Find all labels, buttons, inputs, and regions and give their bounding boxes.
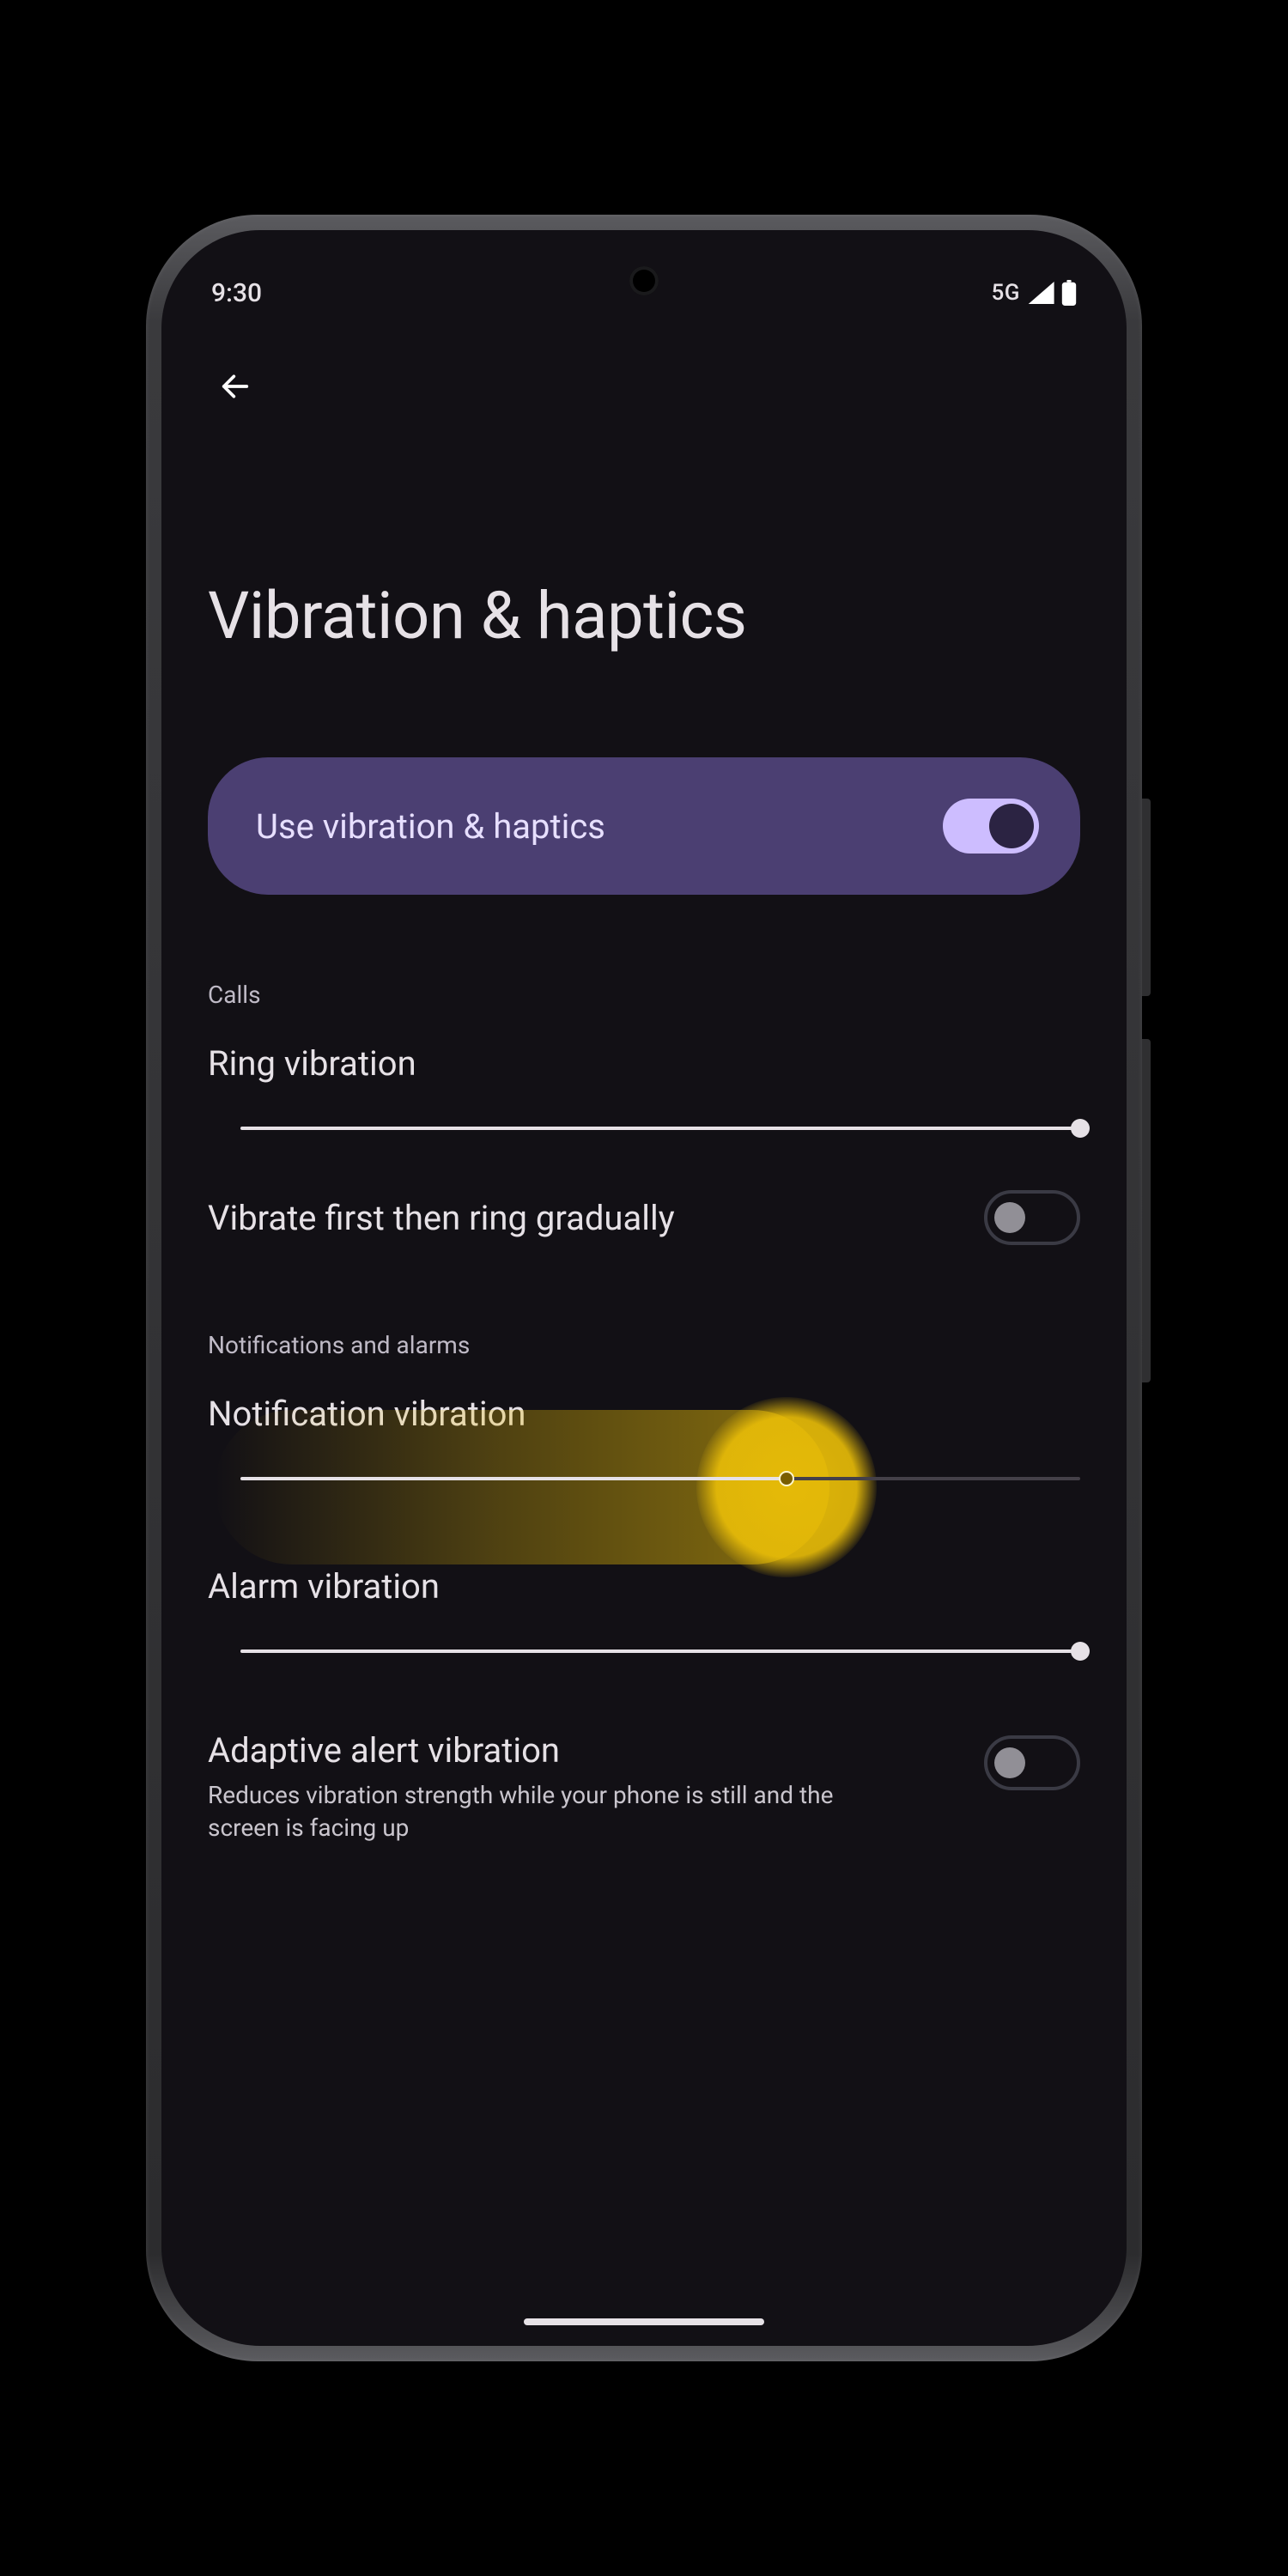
phone-screen: 9:30 5G Vibration & haptics <box>161 230 1127 2346</box>
section-notifications-alarms-label: Notifications and alarms <box>208 1331 1080 1359</box>
cellular-signal-icon <box>1027 282 1054 304</box>
alarm-vibration-row[interactable]: Alarm vibration <box>208 1566 1080 1687</box>
adaptive-alert-title: Adaptive alert vibration <box>208 1730 950 1771</box>
network-type-label: 5G <box>992 280 1021 306</box>
alarm-vibration-slider-fill <box>240 1649 1080 1653</box>
notification-vibration-row[interactable]: Notification vibration <box>208 1394 1080 1515</box>
alarm-vibration-slider[interactable] <box>240 1632 1080 1687</box>
phone-frame: 9:30 5G Vibration & haptics <box>146 215 1142 2361</box>
alarm-vibration-title: Alarm vibration <box>208 1566 1080 1607</box>
adaptive-alert-row[interactable]: Adaptive alert vibration Reduces vibrati… <box>208 1730 1080 1844</box>
back-button[interactable] <box>208 359 263 414</box>
ring-vibration-slider-thumb[interactable] <box>1071 1119 1090 1138</box>
master-toggle-row[interactable]: Use vibration & haptics <box>208 757 1080 895</box>
top-app-bar <box>208 325 1080 465</box>
vibrate-first-title: Vibrate first then ring gradually <box>208 1198 675 1238</box>
front-camera <box>629 266 659 295</box>
notification-vibration-title: Notification vibration <box>208 1394 1080 1434</box>
notification-vibration-slider-fill <box>240 1477 787 1480</box>
battery-icon <box>1061 280 1077 306</box>
master-toggle-label: Use vibration & haptics <box>256 806 605 847</box>
notification-vibration-slider-thumb[interactable] <box>779 1471 794 1486</box>
section-calls-label: Calls <box>208 981 1080 1009</box>
vibrate-first-row[interactable]: Vibrate first then ring gradually <box>208 1190 1080 1245</box>
ring-vibration-title: Ring vibration <box>208 1043 1080 1084</box>
vibrate-first-switch[interactable] <box>984 1190 1080 1245</box>
ring-vibration-slider[interactable] <box>240 1109 1080 1164</box>
notification-vibration-slider[interactable] <box>240 1460 1080 1515</box>
status-indicators: 5G <box>992 280 1078 306</box>
gesture-nav-indicator[interactable] <box>524 2318 764 2325</box>
alarm-vibration-slider-thumb[interactable] <box>1071 1642 1090 1661</box>
status-time: 9:30 <box>211 278 262 308</box>
back-arrow-icon <box>218 369 252 404</box>
master-toggle-switch[interactable] <box>943 799 1039 854</box>
page-title: Vibration & haptics <box>208 577 1080 654</box>
adaptive-alert-switch[interactable] <box>984 1735 1080 1790</box>
adaptive-alert-subtitle: Reduces vibration strength while your ph… <box>208 1779 860 1844</box>
ring-vibration-slider-fill <box>240 1127 1080 1130</box>
ring-vibration-row[interactable]: Ring vibration <box>208 1043 1080 1164</box>
